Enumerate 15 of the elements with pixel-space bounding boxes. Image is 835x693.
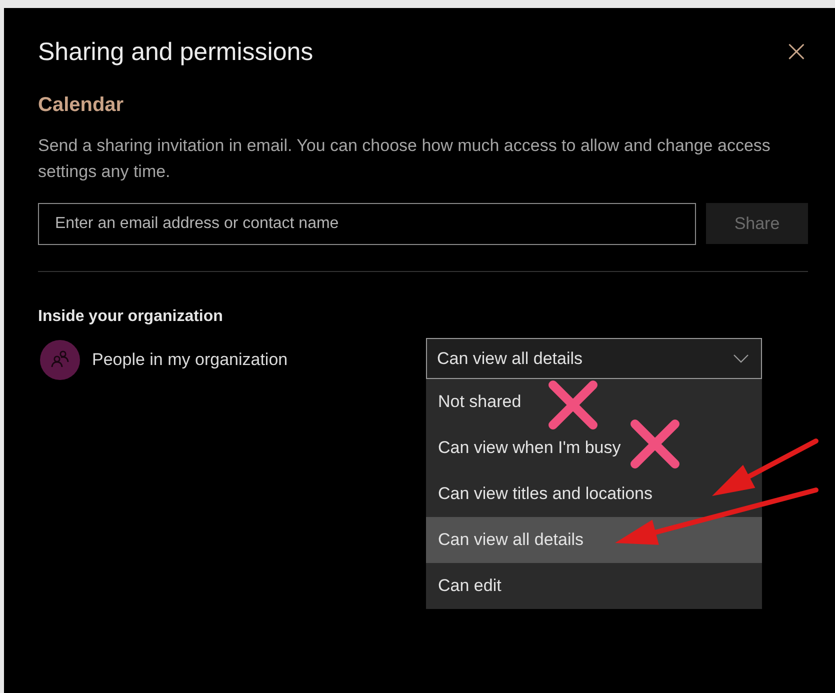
dialog-title: Sharing and permissions: [38, 38, 314, 66]
access-dropdown[interactable]: Can view all details: [426, 338, 762, 379]
email-field[interactable]: Enter an email address or contact name: [38, 203, 696, 245]
people-icon: [40, 340, 80, 380]
group-name: People in my organization: [92, 350, 288, 370]
chevron-down-icon: [733, 354, 749, 364]
menu-option[interactable]: Can edit: [426, 563, 762, 609]
section-heading: Calendar: [38, 94, 125, 117]
organization-heading: Inside your organization: [38, 308, 224, 326]
menu-option[interactable]: Can view all details: [426, 517, 762, 563]
menu-option[interactable]: Not shared: [426, 379, 762, 425]
description-text: Send a sharing invitation in email. You can choose how much access to allow and change access settings any time.: [38, 135, 772, 183]
menu-option[interactable]: Can view when I'm busy: [426, 425, 762, 471]
menu-option[interactable]: Can view titles and locations: [426, 471, 762, 517]
close-button[interactable]: ×: [784, 37, 809, 67]
